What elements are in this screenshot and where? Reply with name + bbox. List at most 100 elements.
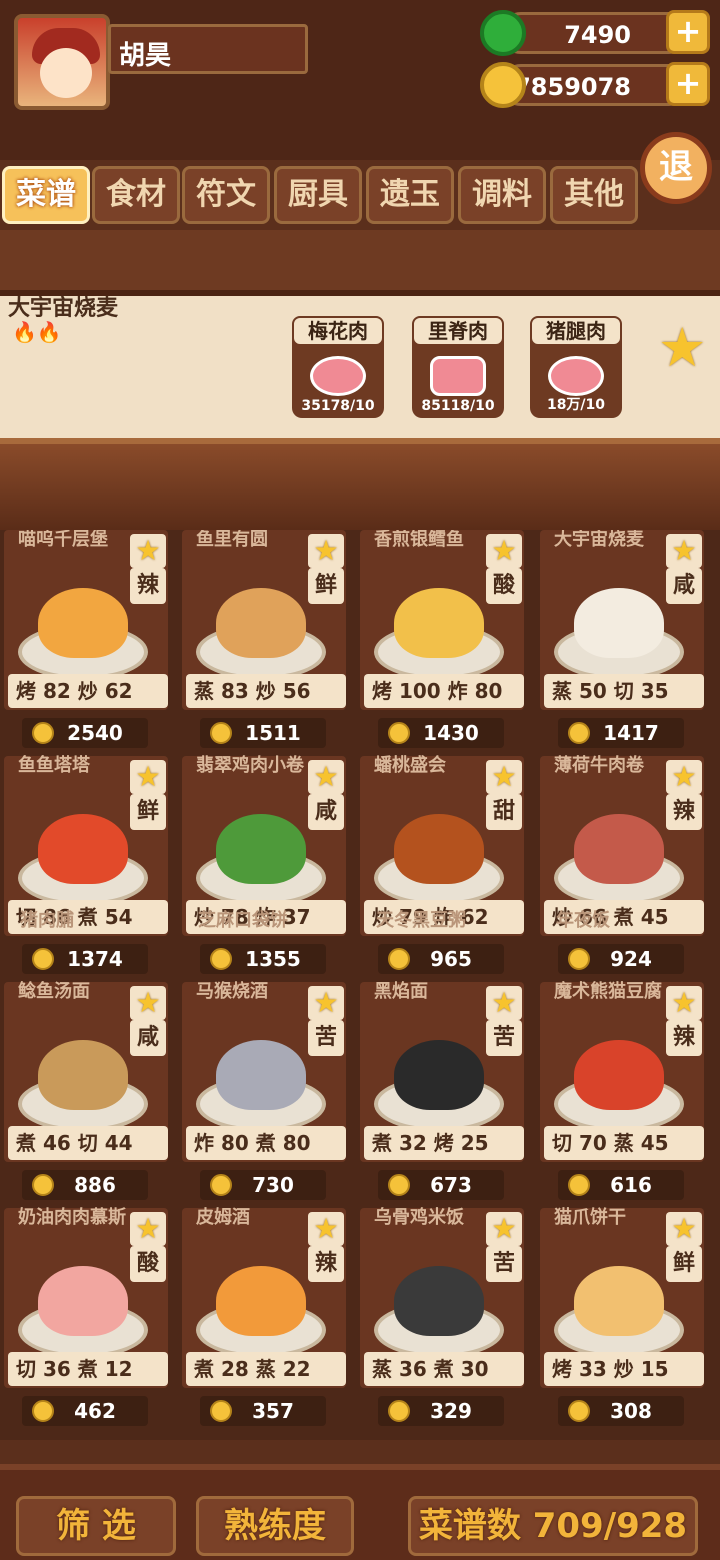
price-tag: 1430 (378, 718, 504, 748)
category-tabs: 菜谱 食材 符文 厨具 遗玉 调料 其他 (0, 166, 720, 228)
ingredient-name: 梅花肉 (292, 316, 384, 346)
coin-icon (388, 1400, 410, 1422)
tab-seasoning[interactable]: 调料 (458, 166, 546, 224)
flavor-badge: 辣 (666, 794, 702, 830)
dish-image (196, 1022, 326, 1132)
ingredient-card[interactable]: 梅花肉 35178/10 (292, 316, 384, 418)
coin-icon (388, 948, 410, 970)
recipe-card[interactable]: 鲶鱼汤面 ★ 咸煮 46 切 44 886 (0, 982, 168, 1200)
tab-relics[interactable]: 遗玉 (366, 166, 454, 224)
coin-icon (568, 722, 590, 744)
flavor-badge: 酸 (486, 568, 522, 604)
coin-icon (32, 948, 54, 970)
avatar[interactable] (14, 14, 110, 110)
recipe-name: 黑焰面 (374, 981, 428, 1002)
recipe-name: 乌骨鸡米饭 (374, 1207, 464, 1228)
flavor-badge: 咸 (666, 568, 702, 604)
tab-utensils[interactable]: 厨具 (274, 166, 362, 224)
price-value: 965 (430, 947, 472, 971)
tab-recipes[interactable]: 菜谱 (2, 166, 90, 224)
recipe-card[interactable]: 奶油肉肉慕斯 ★ 酸切 36 煮 12 462 (0, 1208, 168, 1426)
ingredient-count: 18万/10 (546, 397, 606, 413)
star-icon: ★ (308, 534, 344, 568)
star-icon: ★ (130, 534, 166, 568)
coin-icon (568, 1174, 590, 1196)
recipe-card[interactable]: 喵呜千层堡 ★ 辣烤 82 炒 62 2540 (0, 530, 168, 748)
flavor-badge: 甜 (486, 794, 522, 830)
price-tag: 2540 (22, 718, 148, 748)
food-shape (394, 1040, 484, 1110)
recipe-card[interactable]: 魔术熊猫豆腐 ★ 辣切 70 蒸 45 616 (536, 982, 704, 1200)
cooking-skills: 蒸 50 切 35 (544, 674, 704, 708)
lower-shelf (0, 438, 720, 530)
flavor-badge: 鲜 (308, 568, 344, 604)
price-tag: 616 (558, 1170, 684, 1200)
cooking-skills: 切 70 蒸 45 (544, 1126, 704, 1160)
flavor-badge: 辣 (130, 568, 166, 604)
coin-icon (210, 722, 232, 744)
recipe-name-partial: 年夜饭 (556, 910, 610, 931)
jade-amount: 7490 (564, 21, 631, 49)
coin-icon (388, 1174, 410, 1196)
flavor-badge: 咸 (308, 794, 344, 830)
price-value: 1417 (603, 721, 659, 745)
recipe-card[interactable]: 皮姆酒 ★ 辣煮 28 蒸 22 357 (178, 1208, 346, 1426)
add-jade-button[interactable]: + (666, 10, 710, 54)
proficiency-button[interactable]: 熟练度 (196, 1496, 354, 1556)
price-value: 730 (252, 1173, 294, 1197)
recipe-card[interactable]: 鱼鱼塔塔 ★ 鲜切 86 煮 54 1374 (0, 756, 168, 974)
tab-ingredients[interactable]: 食材 (92, 166, 180, 224)
ingredient-card[interactable]: 里脊肉 85118/10 (412, 316, 504, 418)
ingredient-name: 里脊肉 (412, 316, 504, 346)
price-value: 1355 (245, 947, 301, 971)
recipe-card[interactable]: 薄荷牛肉卷 ★ 辣炒 66 煮 45 924 (536, 756, 704, 974)
recipe-card[interactable]: 香煎银鳕鱼 ★ 酸烤 100 炸 80 1430 (356, 530, 524, 748)
price-tag: 924 (558, 944, 684, 974)
recipe-card[interactable]: 马猴烧酒 ★ 苦炸 80 煮 80 730 (178, 982, 346, 1200)
filter-button[interactable]: 筛 选 (16, 1496, 176, 1556)
recipe-card[interactable]: 猫爪饼干 ★ 鲜烤 33 炒 15 308 (536, 1208, 704, 1426)
dish-image (554, 1022, 684, 1132)
food-shape (38, 1040, 128, 1110)
recipe-card[interactable]: 翡翠鸡肉小卷 ★ 咸炒 78 炸 37 1355 (178, 756, 346, 974)
price-tag: 1511 (200, 718, 326, 748)
cooking-skills: 蒸 36 煮 30 (364, 1352, 524, 1386)
recipe-name-partial: 猪肉脯 (20, 910, 74, 931)
recipe-card[interactable]: 鱼里有圆 ★ 鲜蒸 83 炒 56 1511 (178, 530, 346, 748)
food-shape (216, 1040, 306, 1110)
price-tag: 886 (22, 1170, 148, 1200)
recipe-name: 薄荷牛肉卷 (554, 755, 644, 776)
recipe-card[interactable]: 大宇宙烧麦 ★ 咸蒸 50 切 35 1417 (536, 530, 704, 748)
price-value: 329 (430, 1399, 472, 1423)
recipe-card[interactable]: 乌骨鸡米饭 ★ 苦蒸 36 煮 30 329 (356, 1208, 524, 1426)
price-value: 1430 (423, 721, 479, 745)
recipe-name-partial: 天冬黑豆粥 (376, 910, 466, 931)
dish-image (196, 570, 326, 680)
recipe-card[interactable]: 黑焰面 ★ 苦煮 32 烤 25 673 (356, 982, 524, 1200)
tab-other[interactable]: 其他 (550, 166, 638, 224)
recipe-grid: 喵呜千层堡 ★ 辣烤 82 炒 62 2540 鱼里有圆 ★ 鲜蒸 83 炒 56 1511 香… (0, 530, 720, 1440)
dish-image (196, 796, 326, 906)
star-icon: ★ (308, 760, 344, 794)
ingredient-card[interactable]: 猪腿肉 18万/10 (530, 316, 622, 418)
favorite-star-icon[interactable]: ★ (658, 316, 706, 379)
price-tag: 730 (200, 1170, 326, 1200)
food-shape (216, 1266, 306, 1336)
tab-runes[interactable]: 符文 (182, 166, 270, 224)
recipe-card[interactable]: 蟠桃盛会 ★ 甜炒 79 炸 62 965 (356, 756, 524, 974)
cooking-skills: 煮 32 烤 25 (364, 1126, 524, 1160)
dish-image (374, 1022, 504, 1132)
coin-icon (32, 1400, 54, 1422)
star-icon: ★ (130, 760, 166, 794)
recipe-name: 马猴烧酒 (196, 981, 268, 1002)
price-value: 1511 (245, 721, 301, 745)
flavor-badge: 辣 (666, 1020, 702, 1056)
coin-counter: 7859078 (500, 64, 690, 106)
dish-image (18, 1248, 148, 1358)
price-value: 924 (610, 947, 652, 971)
food-shape (38, 814, 128, 884)
add-coin-button[interactable]: + (666, 62, 710, 106)
price-value: 357 (252, 1399, 294, 1423)
recipe-name-partial: 芝麻口袋饼 (198, 910, 288, 931)
price-tag: 673 (378, 1170, 504, 1200)
